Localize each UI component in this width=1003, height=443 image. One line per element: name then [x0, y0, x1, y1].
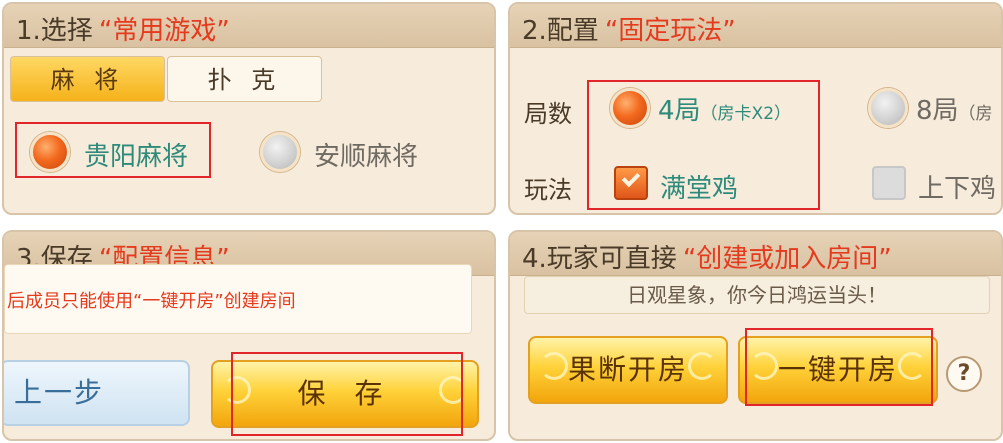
- step1-header: 1.选择 “常用游戏”: [4, 4, 494, 48]
- step4-title-highlight: “创建或加入房间”: [682, 244, 892, 274]
- step4-header: 4.玩家可直接 “创建或加入房间”: [510, 232, 1001, 276]
- highlight-box-game: [15, 122, 211, 178]
- step4-title: 4.玩家可直接 “创建或加入房间”: [522, 238, 892, 275]
- rounds-label: 局数: [524, 100, 572, 128]
- step2-panel: 2.配置 “固定玩法” 局数 4局（房卡X2） 8局（房 玩法 满堂鸡 上下鸡: [508, 2, 1003, 215]
- info-text: 后成员只能使用“一键开房”创建房间: [7, 291, 296, 312]
- checkbox-shangxiaji[interactable]: [872, 166, 906, 200]
- option-8-rounds-sub: （房: [958, 104, 993, 124]
- step2-title: 2.配置 “固定玩法”: [522, 10, 736, 47]
- prev-step-button-label: 上一步: [14, 376, 105, 409]
- one-key-open-room-label: 一键开房: [777, 353, 898, 386]
- highlight-box-rules: [587, 80, 820, 210]
- rule-shangxiaji-label[interactable]: 上下鸡: [918, 168, 996, 205]
- radio-8-rounds[interactable]: [868, 88, 908, 128]
- step4-title-prefix: 4.玩家可直接: [522, 244, 677, 274]
- tab-mahjong[interactable]: 麻 将: [10, 56, 165, 102]
- prev-step-button[interactable]: 上一步: [4, 360, 190, 426]
- decisive-open-room-label: 果断开房: [567, 353, 688, 386]
- help-icon[interactable]: ?: [946, 356, 982, 392]
- option-8-rounds[interactable]: 8局（房: [916, 90, 993, 127]
- rules-label: 玩法: [524, 176, 572, 204]
- decisive-open-room-button[interactable]: 果断开房: [528, 336, 728, 404]
- tab-poker[interactable]: 扑 克: [167, 56, 322, 102]
- step2-header: 2.配置 “固定玩法”: [510, 4, 1001, 48]
- step4-panel: 4.玩家可直接 “创建或加入房间” 日观星象，你今日鸿运当头！ 果断开房 一键开房…: [508, 230, 1003, 441]
- step2-title-prefix: 2.配置: [522, 16, 599, 46]
- radio-anshun-mahjong[interactable]: [260, 132, 300, 172]
- step1-title-highlight: “常用游戏”: [98, 16, 230, 46]
- step1-title-prefix: 1.选择: [16, 16, 93, 46]
- step1-title: 1.选择 “常用游戏”: [16, 10, 230, 47]
- step2-title-highlight: “固定玩法”: [604, 16, 736, 46]
- info-box: 后成员只能使用“一键开房”创建房间: [4, 264, 472, 334]
- step3-panel: 3.保存 “配置信息” 后成员只能使用“一键开房”创建房间 上一步 保 存: [2, 230, 496, 441]
- step1-panel: 1.选择 “常用游戏” 麻 将 扑 克 贵阳麻将 安顺麻将: [2, 2, 496, 215]
- save-button-label: 保 存: [297, 377, 393, 410]
- option-anshun-mahjong-label[interactable]: 安顺麻将: [314, 136, 418, 173]
- motto-banner: 日观星象，你今日鸿运当头！: [524, 276, 990, 314]
- option-8-rounds-label: 8局: [916, 96, 959, 126]
